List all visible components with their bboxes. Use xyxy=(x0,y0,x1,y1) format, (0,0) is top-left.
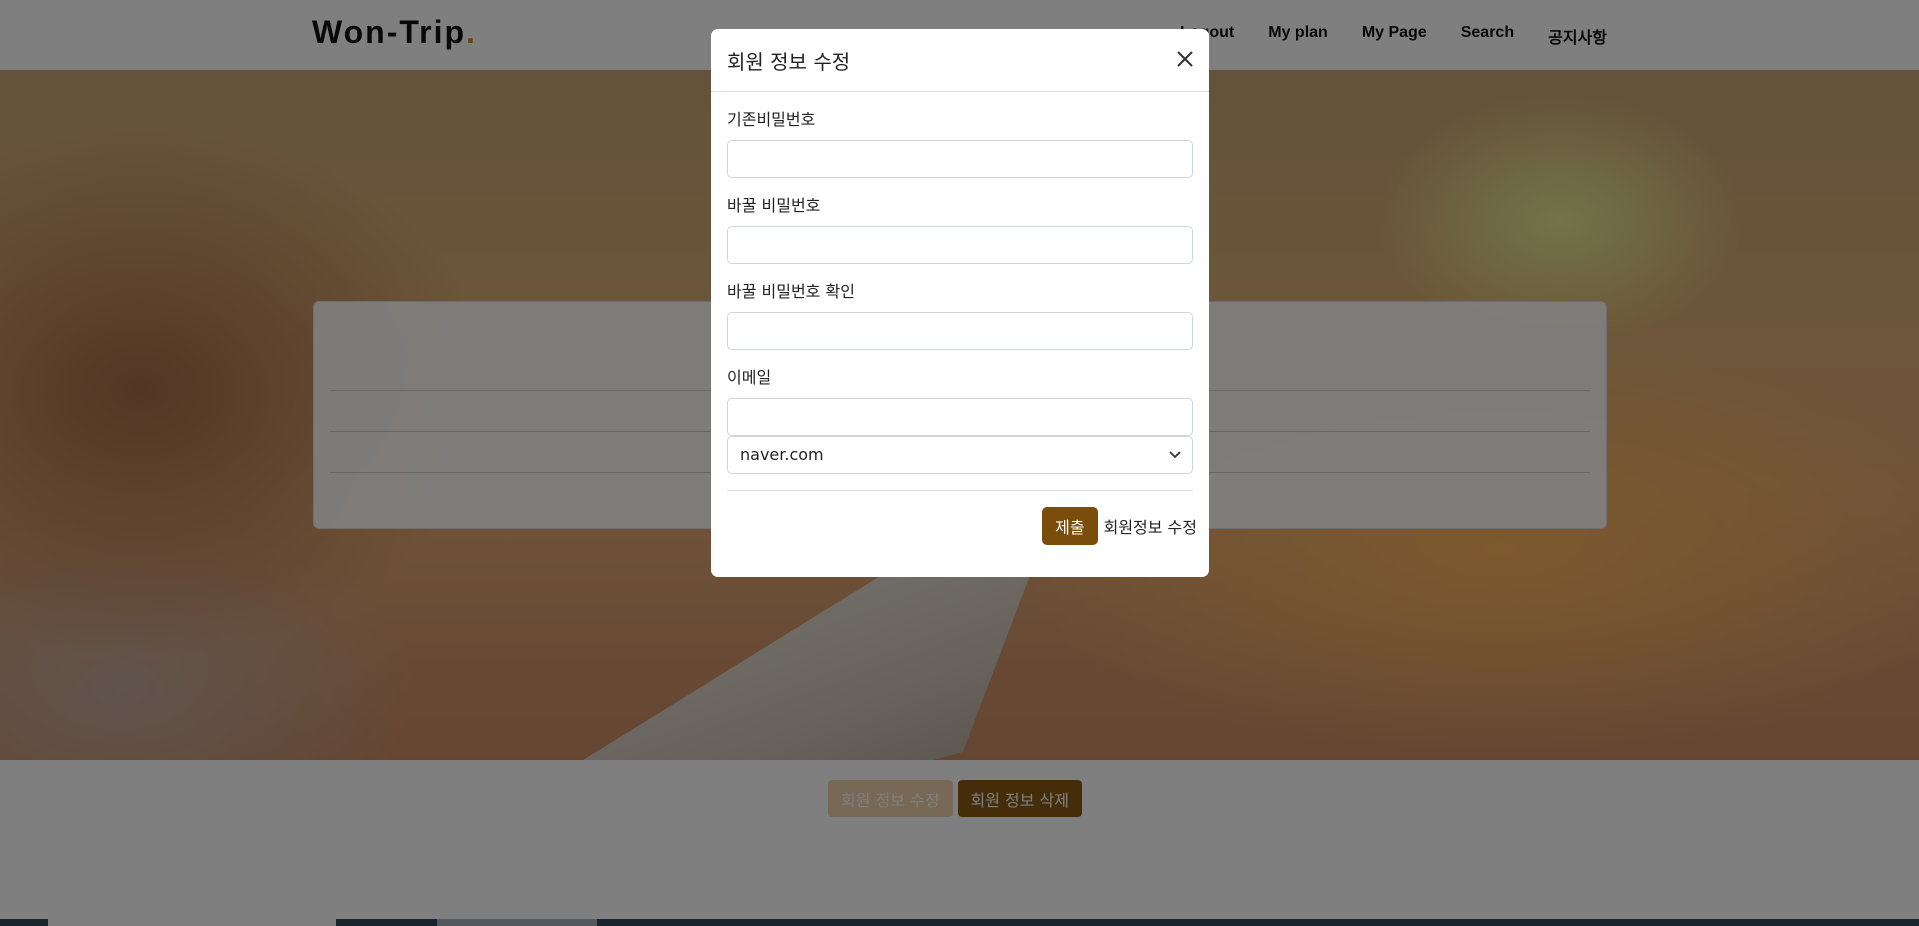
new-password-input[interactable] xyxy=(727,226,1193,264)
modal-actions: 제출 회원정보 수정 xyxy=(1042,507,1197,545)
modal-body: 기존비밀번호 바꿀 비밀번호 바꿀 비밀번호 확인 이메일 naver.com xyxy=(727,92,1193,491)
email-input[interactable] xyxy=(727,398,1193,436)
modal-divider xyxy=(727,490,1193,491)
submit-button[interactable]: 제출 xyxy=(1042,507,1098,545)
current-password-label: 기존비밀번호 xyxy=(727,110,816,129)
confirm-password-input[interactable] xyxy=(727,312,1193,350)
edit-profile-link[interactable]: 회원정보 수정 xyxy=(1104,514,1197,538)
modal-title: 회원 정보 수정 xyxy=(727,50,851,74)
email-domain-select[interactable]: naver.com xyxy=(727,436,1193,474)
close-button[interactable] xyxy=(1169,43,1201,75)
modal-header: 회원 정보 수정 xyxy=(711,29,1209,92)
new-password-label: 바꿀 비밀번호 xyxy=(727,196,821,215)
chevron-down-icon xyxy=(1169,451,1181,459)
current-password-input[interactable] xyxy=(727,140,1193,178)
confirm-password-label: 바꿀 비밀번호 확인 xyxy=(727,282,855,301)
email-label: 이메일 xyxy=(727,368,772,387)
close-icon xyxy=(1177,51,1193,67)
edit-profile-modal: 회원 정보 수정 기존비밀번호 바꿀 비밀번호 바꿀 비밀번호 확인 이메일 n… xyxy=(711,29,1209,577)
email-domain-value: naver.com xyxy=(740,445,824,464)
